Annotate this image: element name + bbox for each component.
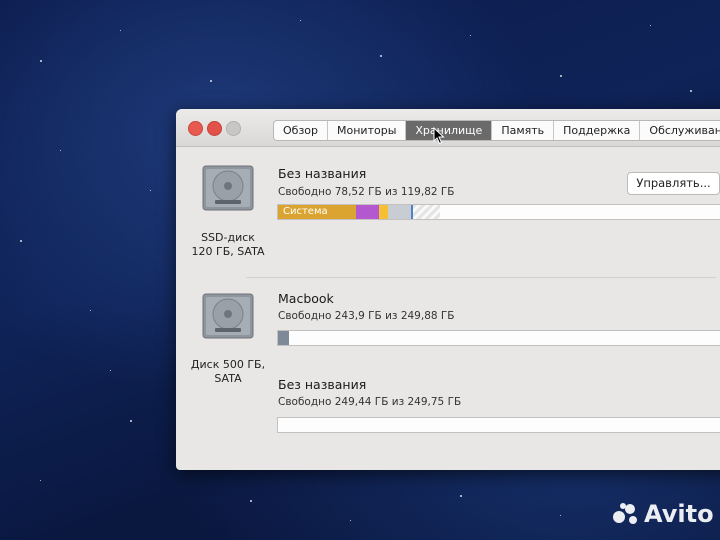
tab-displays[interactable]: Мониторы <box>328 121 407 140</box>
disk-1-label-line1: SSD-диск <box>201 231 255 244</box>
zoom-window-button[interactable] <box>226 121 241 136</box>
manage-button[interactable]: Управлять... <box>627 172 720 195</box>
volume-2-storage-bar <box>277 330 720 346</box>
hard-drive-icon <box>202 293 254 339</box>
volume-1-segment-0: Система <box>278 205 356 219</box>
avito-logo-icon <box>613 503 637 524</box>
tab-storage[interactable]: Хранилище <box>406 121 493 140</box>
volume-1-free: Свободно 78,52 ГБ из 119,82 ГБ <box>278 186 455 198</box>
minimize-window-button[interactable] <box>207 121 222 136</box>
avito-watermark-text: Avito <box>644 500 714 528</box>
tab-support[interactable]: Поддержка <box>554 121 641 140</box>
tab-service[interactable]: Обслуживание <box>640 121 720 140</box>
volume-3-name: Без названия <box>278 377 367 392</box>
volume-2-free: Свободно 243,9 ГБ из 249,88 ГБ <box>278 310 455 322</box>
disk-1-label: SSD-диск 120 ГБ, SATA <box>178 231 278 259</box>
disk-2-label-line1: Диск 500 ГБ, <box>190 358 266 371</box>
disk-2-label: Диск 500 ГБ, SATA <box>178 358 278 386</box>
volume-1-segment-5 <box>413 205 440 219</box>
disk-separator <box>246 277 716 278</box>
volume-1-segment-3 <box>388 205 411 219</box>
hard-drive-icon <box>202 165 254 211</box>
close-window-button[interactable] <box>188 121 203 136</box>
mouse-cursor-icon <box>433 127 445 145</box>
about-this-mac-window: Обзор Мониторы Хранилище Память Поддержк… <box>176 109 720 470</box>
volume-2-segment-0 <box>278 331 289 345</box>
volume-1-name: Без названия <box>278 166 367 181</box>
tab-overview[interactable]: Обзор <box>274 121 329 140</box>
tab-memory[interactable]: Память <box>492 121 555 140</box>
disk-1-label-line2: 120 ГБ, SATA <box>191 245 265 258</box>
disk-2-label-line2: SATA <box>214 372 242 385</box>
tab-bar: Обзор Мониторы Хранилище Память Поддержк… <box>273 120 720 141</box>
volume-1-segment-2 <box>379 205 388 219</box>
volume-2-name: Macbook <box>278 291 334 306</box>
window-titlebar: Обзор Мониторы Хранилище Память Поддержк… <box>176 109 720 147</box>
volume-1-storage-bar: Система <box>277 204 720 220</box>
avito-watermark: Avito <box>612 500 714 528</box>
volume-3-free: Свободно 249,44 ГБ из 249,75 ГБ <box>278 396 462 408</box>
volume-1-segment-1 <box>356 205 379 219</box>
volume-3-storage-bar <box>277 417 720 433</box>
